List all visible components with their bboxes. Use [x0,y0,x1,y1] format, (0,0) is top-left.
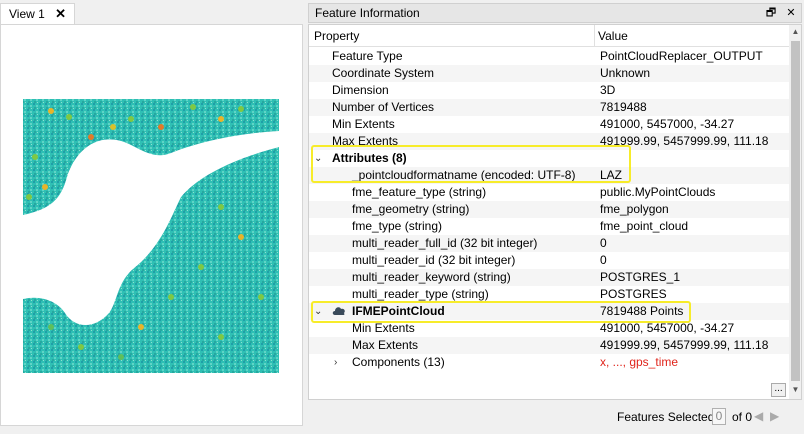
table-row[interactable]: multi_reader_type (string) POSTGRES [309,286,789,303]
components-ellipsis-button[interactable]: ... [771,383,786,397]
chevron-right-icon[interactable]: › [334,354,337,371]
table-row[interactable]: _pointcloudformatname (encoded: UTF-8) LA… [309,167,789,184]
tab-label: View 1 [9,7,45,21]
table-row[interactable]: fme_type (string) fme_point_cloud [309,218,789,235]
table-row[interactable]: multi_reader_keyword (string) POSTGRES_1 [309,269,789,286]
close-icon[interactable]: ✕ [55,6,66,22]
attributes-group-row[interactable]: ⌄ Attributes (8) [309,150,789,167]
table-row[interactable]: Min Extents 491000, 5457000, -34.27 [309,116,789,133]
view-canvas[interactable] [0,24,303,426]
scroll-thumb[interactable] [791,41,800,381]
tab-view-1[interactable]: View 1 ✕ [0,3,75,24]
features-total: of 0 [732,410,753,424]
column-header-property[interactable]: Property [314,29,359,43]
table-header: Property Value [309,25,789,47]
table-row[interactable]: multi_reader_id (32 bit integer) 0 [309,252,789,269]
float-icon[interactable]: 🗗 [763,5,779,21]
column-divider[interactable] [594,25,595,47]
column-header-value[interactable]: Value [598,29,628,43]
chevron-down-icon[interactable]: ⌄ [314,150,322,167]
table-row[interactable]: Max Extents 491999.99, 5457999.99, 111.18 [309,133,789,150]
chevron-down-icon[interactable]: ⌄ [314,303,322,320]
panel-title: Feature Information [315,6,420,20]
view-pane: View 1 ✕ [0,0,304,434]
table-row[interactable]: Feature Type PointCloudReplacer_OUTPUT [309,48,789,65]
table-row[interactable]: fme_geometry (string) fme_polygon [309,201,789,218]
feature-information-panel: Feature Information 🗗 ✕ Property Value F… [308,0,804,434]
table-rows: Feature Type PointCloudReplacer_OUTPUT Co… [309,48,789,371]
property-table: Property Value Feature Type PointCloudRep… [308,24,802,400]
previous-icon[interactable]: ◀ [754,409,763,423]
table-row[interactable]: Min Extents 491000, 5457000, -34.27 [309,320,789,337]
next-icon[interactable]: ▶ [770,409,779,423]
close-icon[interactable]: ✕ [783,5,799,21]
table-row[interactable]: fme_feature_type (string) public.MyPointC… [309,184,789,201]
panel-header: Feature Information 🗗 ✕ [308,3,802,23]
scroll-up-icon[interactable]: ▲ [789,27,801,41]
table-row[interactable]: multi_reader_full_id (32 bit integer) 0 [309,235,789,252]
point-cloud-image [23,99,279,373]
components-row[interactable]: › Components (13) x, ..., gps_time [309,354,789,371]
scroll-down-icon[interactable]: ▼ [789,385,801,399]
footer: Features Selected: 0 of 0 ◀ ▶ [308,402,802,432]
vertical-scrollbar[interactable]: ▲ ▼ [789,25,801,399]
table-row[interactable]: Number of Vertices 7819488 [309,99,789,116]
table-row[interactable]: Max Extents 491999.99, 5457999.99, 111.18 [309,337,789,354]
table-row[interactable]: Coordinate System Unknown [309,65,789,82]
features-selected-count[interactable]: 0 [712,408,726,425]
table-row[interactable]: Dimension 3D [309,82,789,99]
pointcloud-group-row[interactable]: ⌄ IFMEPointCloud 7819488 Points [309,303,789,320]
features-selected-label: Features Selected: [617,410,718,424]
